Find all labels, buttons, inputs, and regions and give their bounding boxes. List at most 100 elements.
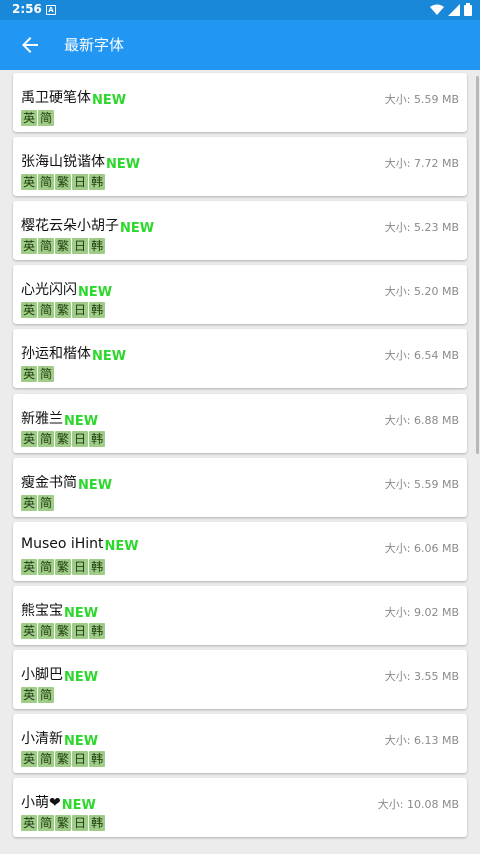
size-prefix: 大小: xyxy=(377,798,407,812)
new-badge: NEW xyxy=(61,798,96,814)
language-tag: 简 xyxy=(38,430,55,447)
font-name: 瘦金书简 NEW xyxy=(21,474,113,493)
font-size-label: 大小: 6.06 MB xyxy=(385,540,459,556)
language-tag: 韩 xyxy=(89,302,106,319)
page-title: 最新字体 xyxy=(64,36,125,54)
font-card[interactable]: 张海山锐谐体 NEW 大小: 7.72 MB 英简繁日韩 xyxy=(13,137,467,197)
font-size-label: 大小: 7.72 MB xyxy=(385,155,459,171)
back-arrow-icon[interactable] xyxy=(18,33,42,57)
new-badge: NEW xyxy=(120,221,155,237)
size-value: 10.08 MB xyxy=(406,798,459,812)
language-tag: 日 xyxy=(72,238,89,255)
font-name: 孙运和楷体 NEW xyxy=(21,346,127,365)
language-tag: 简 xyxy=(38,686,55,703)
size-prefix: 大小: xyxy=(384,413,414,427)
font-card[interactable]: 新雅兰 NEW 大小: 6.88 MB 英简繁日韩 xyxy=(13,393,467,453)
language-tag: 日 xyxy=(72,174,89,191)
size-value: 5.23 MB xyxy=(413,221,459,235)
font-card[interactable]: 孙运和楷体 NEW 大小: 6.54 MB 英简 xyxy=(13,329,467,389)
new-badge: NEW xyxy=(106,157,141,173)
language-tag: 简 xyxy=(38,622,55,639)
language-tag: 英 xyxy=(21,366,38,383)
language-tag: 英 xyxy=(21,302,38,319)
signal-icon xyxy=(448,3,460,16)
language-tag: 英 xyxy=(21,238,38,255)
size-prefix: 大小: xyxy=(384,669,414,683)
size-prefix: 大小: xyxy=(384,221,414,235)
language-tags: 英简繁日韩 xyxy=(21,751,106,767)
font-size-label: 大小: 6.88 MB xyxy=(385,412,459,428)
font-card[interactable]: 小脚巴 NEW 大小: 3.55 MB 英简 xyxy=(13,649,467,709)
language-tag: 简 xyxy=(38,302,55,319)
font-size-label: 大小: 3.55 MB xyxy=(385,668,459,684)
size-value: 5.20 MB xyxy=(413,285,459,299)
language-tag: 英 xyxy=(21,686,38,703)
language-tags: 英简 xyxy=(21,366,55,383)
font-card[interactable]: Museo iHint NEW 大小: 6.06 MB 英简繁日韩 xyxy=(13,521,467,581)
font-size-label: 大小: 6.13 MB xyxy=(385,732,459,748)
language-tag: 英 xyxy=(21,494,38,511)
new-badge: NEW xyxy=(78,477,113,493)
language-tag: 英 xyxy=(21,174,38,191)
new-badge: NEW xyxy=(64,605,99,621)
language-tag: 繁 xyxy=(55,815,72,832)
language-tag: 英 xyxy=(21,430,38,447)
font-name: 樱花云朵小胡子 NEW xyxy=(21,218,155,237)
language-tag: 日 xyxy=(72,302,89,319)
size-prefix: 大小: xyxy=(384,541,414,555)
new-badge: NEW xyxy=(64,413,99,429)
new-badge: NEW xyxy=(64,734,99,749)
size-prefix: 大小: xyxy=(384,605,414,619)
language-tag: 韩 xyxy=(89,174,106,191)
font-card[interactable]: 禹卫硬笔体 NEW 大小: 5.59 MB 英简 xyxy=(13,73,467,132)
font-name: 小清新 NEW xyxy=(21,731,99,749)
size-value: 5.59 MB xyxy=(413,477,459,491)
size-prefix: 大小: xyxy=(384,477,414,491)
new-badge: NEW xyxy=(78,285,113,301)
language-tag: 韩 xyxy=(89,238,106,255)
language-tags: 英简繁日韩 xyxy=(21,302,106,319)
size-value: 6.13 MB xyxy=(413,734,459,747)
font-size-label: 大小: 5.23 MB xyxy=(385,219,459,235)
size-prefix: 大小: xyxy=(384,157,414,171)
font-name: 禹卫硬笔体 NEW xyxy=(21,90,127,108)
new-badge: NEW xyxy=(92,93,127,108)
language-tag: 简 xyxy=(38,751,55,767)
battery-icon xyxy=(464,3,472,16)
language-tags: 英简繁日韩 xyxy=(21,622,106,639)
language-tag: 繁 xyxy=(55,302,72,319)
font-name: 心光闪闪 NEW xyxy=(21,282,113,301)
language-tag: 简 xyxy=(38,110,55,126)
language-tag: 英 xyxy=(21,622,38,639)
size-value: 7.72 MB xyxy=(413,157,459,171)
font-card[interactable]: 小萌❤ NEW 大小: 10.08 MB 英简繁日韩 xyxy=(13,778,467,838)
size-prefix: 大小: xyxy=(384,734,414,747)
language-tag: 英 xyxy=(21,110,38,126)
font-card[interactable]: 心光闪闪 NEW 大小: 5.20 MB 英简繁日韩 xyxy=(13,265,467,325)
language-tag: 简 xyxy=(38,494,55,511)
language-tags: 英简繁日韩 xyxy=(21,815,106,832)
language-tag: 繁 xyxy=(55,238,72,255)
font-size-label: 大小: 5.20 MB xyxy=(385,283,459,299)
language-tag: 韩 xyxy=(89,751,106,767)
language-tags: 英简 xyxy=(21,494,55,511)
language-tag: 简 xyxy=(38,815,55,832)
language-tag: 日 xyxy=(72,815,89,832)
font-card[interactable]: 熊宝宝 NEW 大小: 9.02 MB 英简繁日韩 xyxy=(13,585,467,645)
new-badge: NEW xyxy=(64,669,99,685)
size-prefix: 大小: xyxy=(384,349,414,363)
size-value: 9.02 MB xyxy=(413,605,459,619)
language-tags: 英简繁日韩 xyxy=(21,430,106,447)
language-tag: 日 xyxy=(72,751,89,767)
language-tags: 英简 xyxy=(21,686,55,703)
language-tag: 韩 xyxy=(89,430,106,447)
font-card[interactable]: 樱花云朵小胡子 NEW 大小: 5.23 MB 英简繁日韩 xyxy=(13,201,467,261)
size-prefix: 大小: xyxy=(384,285,414,299)
font-name: 熊宝宝 NEW xyxy=(21,602,99,621)
new-badge: NEW xyxy=(92,349,127,365)
scrollbar[interactable] xyxy=(476,76,479,454)
status-time: 2:56 xyxy=(12,2,42,16)
font-card[interactable]: 小清新 NEW 大小: 6.13 MB 英简繁日韩 xyxy=(13,714,467,773)
language-tag: 英 xyxy=(21,815,38,832)
font-card[interactable]: 瘦金书简 NEW 大小: 5.59 MB 英简 xyxy=(13,457,467,517)
